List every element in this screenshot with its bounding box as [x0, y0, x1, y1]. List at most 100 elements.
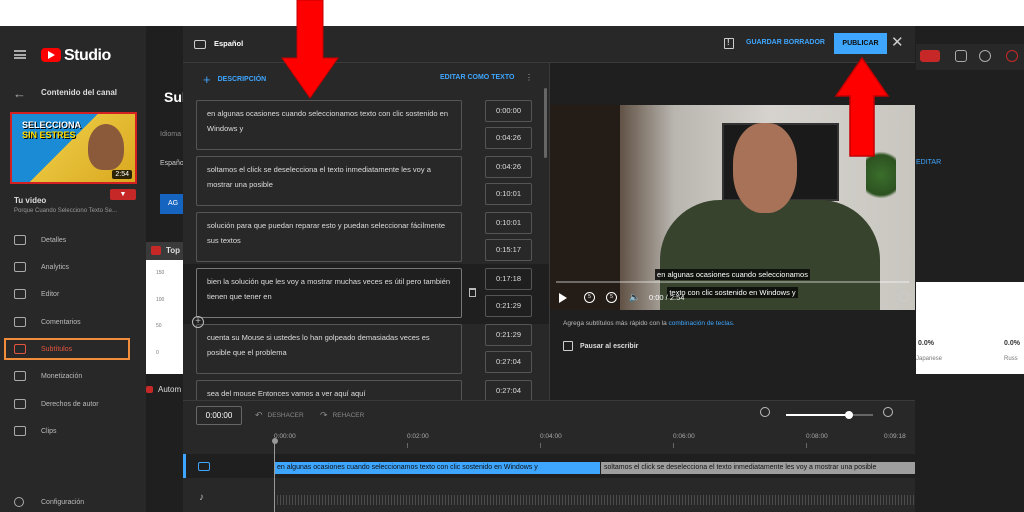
- sidebar-item-analytics[interactable]: Analytics: [14, 260, 69, 274]
- forward-icon[interactable]: 5: [606, 292, 617, 303]
- back-arrow-icon[interactable]: ←: [13, 86, 26, 101]
- sidebar-item-monetization[interactable]: Monetización: [14, 369, 82, 383]
- ruler-tickline: [806, 443, 807, 448]
- video-progress-bar[interactable]: [556, 281, 909, 283]
- redo-label: REHACER: [332, 412, 365, 419]
- sidebar-item-comments[interactable]: Comentarios: [14, 315, 81, 329]
- scissors-icon: [14, 426, 26, 436]
- publish-button[interactable]: PUBLICAR: [834, 33, 887, 54]
- gear-icon[interactable]: [899, 292, 909, 302]
- bg-add-button[interactable]: AG: [160, 194, 184, 214]
- sidebar-item-label: Monetización: [41, 372, 83, 380]
- rewind-icon[interactable]: 5: [584, 292, 595, 303]
- current-time-field[interactable]: 0:00:00: [196, 406, 242, 425]
- video-title: Porque Cuando Selecciono Texto Se...: [14, 208, 117, 214]
- sidebar-item-clips[interactable]: Clips: [14, 424, 57, 438]
- sidebar-item-copyright[interactable]: Derechos de autor: [14, 397, 99, 411]
- shortcut-tip: Agrega subtítulos más rápido con la comb…: [563, 320, 735, 327]
- undo-button[interactable]: ↶ DESHACER: [255, 410, 304, 421]
- sidebar-item-label: Comentarios: [41, 318, 81, 326]
- help-icon[interactable]: [979, 50, 991, 62]
- segment-end-time[interactable]: 0:21:29: [485, 295, 532, 317]
- video-thumbnail[interactable]: SELECCIONA SIN ESTRES 2:54: [10, 112, 137, 184]
- subtitles-icon: [198, 462, 210, 471]
- pencil-icon: [14, 235, 26, 245]
- segment-text[interactable]: solución para que puedan reparar esto y …: [196, 212, 462, 262]
- zoom-slider-knob[interactable]: [844, 411, 853, 419]
- save-draft-button[interactable]: GUARDAR BORRADOR: [746, 39, 825, 46]
- bg-ytick: 150: [156, 270, 165, 276]
- zoom-in-icon[interactable]: [883, 407, 893, 417]
- ruler-tick: 0:09:18: [884, 433, 906, 440]
- segment-start-time[interactable]: 0:21:29: [485, 324, 532, 346]
- bg-pct: 0.0%: [1004, 340, 1020, 347]
- edit-as-text-button[interactable]: EDITAR COMO TEXTO: [440, 74, 514, 81]
- top-margin: [0, 0, 1024, 26]
- sidebar-item-details[interactable]: Detalles: [14, 233, 66, 247]
- menu-icon[interactable]: [14, 50, 26, 59]
- bg-ytick: 0: [156, 350, 159, 356]
- play-icon[interactable]: [559, 293, 567, 303]
- playhead[interactable]: [271, 438, 278, 512]
- ruler-tickline: [407, 443, 408, 448]
- add-description-button[interactable]: + DESCRIPCIÓN: [203, 72, 266, 87]
- editor-icon: [14, 289, 26, 299]
- segment-start-time[interactable]: 0:00:00: [485, 100, 532, 122]
- ruler-tick: 0:08:00: [806, 433, 828, 440]
- volume-icon[interactable]: 🔈: [629, 292, 640, 302]
- comments-icon: [14, 317, 26, 327]
- sidebar-item-settings[interactable]: Configuración: [14, 497, 84, 507]
- pause-label: Pausar al escribir: [580, 342, 639, 350]
- bg-language-row: Español: [160, 160, 186, 167]
- timeline: 0:00:00 ↶ DESHACER ↷ REHACER 0:00:00 0:02:…: [183, 400, 915, 512]
- thumbnail-text: SELECCIONA SIN ESTRES: [22, 120, 81, 140]
- segment-text[interactable]: soltamos el click se deselecciona el tex…: [196, 156, 462, 206]
- studio-logo-text: Studio: [64, 47, 111, 64]
- segment-text[interactable]: cuenta su Mouse si ustedes lo han golpea…: [196, 324, 462, 374]
- caption-block-1[interactable]: en algunas ocasiones cuando seleccionamo…: [274, 462, 600, 474]
- pause-checkbox[interactable]: [563, 341, 573, 351]
- close-icon[interactable]: ✕: [891, 35, 904, 50]
- segment-start-time[interactable]: 0:04:26: [485, 156, 532, 178]
- bg-lang: Russ: [1004, 356, 1018, 362]
- subtitle-segment: solución para que puedan reparar esto y …: [183, 212, 549, 268]
- segment-text[interactable]: en algunas ocasiones cuando seleccionamo…: [196, 100, 462, 150]
- redo-icon: ↷: [320, 410, 328, 420]
- segment-end-time[interactable]: 0:27:04: [485, 351, 532, 373]
- bg-ytick: 100: [156, 297, 165, 303]
- timeline-ruler: 0:00:00 0:02:00 0:04:00 0:06:00 0:08:00 …: [274, 431, 915, 451]
- your-video-label: Tu video: [14, 196, 47, 205]
- segment-end-time[interactable]: 0:04:26: [485, 127, 532, 149]
- bg-chart-label: Top: [166, 246, 181, 255]
- cc-badge-icon[interactable]: ▼: [110, 189, 136, 200]
- zoom-slider[interactable]: [786, 411, 873, 419]
- create-icon[interactable]: [920, 50, 940, 62]
- feedback-icon[interactable]: [955, 50, 967, 62]
- settings-label: Configuración: [41, 498, 85, 506]
- bg-edit-link[interactable]: EDITAR: [916, 159, 941, 166]
- segment-start-time[interactable]: 0:27:04: [485, 380, 532, 402]
- zoom-out-icon[interactable]: [760, 407, 770, 417]
- channel-content-link[interactable]: Contenido del canal: [41, 88, 117, 97]
- sidebar-item-editor[interactable]: Editor: [14, 287, 59, 301]
- shortcuts-link[interactable]: combinación de teclas.: [669, 320, 735, 327]
- youtube-icon[interactable]: [1006, 50, 1018, 62]
- feedback-icon[interactable]: [724, 38, 734, 49]
- more-options-icon[interactable]: ⋮: [525, 73, 533, 82]
- dollar-icon: [14, 371, 26, 381]
- add-segment-icon[interactable]: +: [192, 316, 204, 328]
- pause-while-typing[interactable]: Pausar al escribir: [563, 341, 638, 351]
- youtube-logo-icon: [41, 48, 61, 62]
- segment-end-time[interactable]: 0:15:17: [485, 239, 532, 261]
- youtube-icon: [151, 246, 161, 255]
- youtube-icon: [146, 386, 153, 393]
- segment-text[interactable]: bien la solución que les voy a mostrar m…: [196, 268, 462, 318]
- segment-start-time[interactable]: 0:17:18: [485, 268, 532, 290]
- segment-end-time[interactable]: 0:10:01: [485, 183, 532, 205]
- trash-icon[interactable]: [469, 288, 476, 297]
- bg-language-header: Idioma: [160, 131, 182, 138]
- video-time: 0:00 / 2:54: [649, 293, 685, 302]
- segment-start-time[interactable]: 0:10:01: [485, 212, 532, 234]
- caption-block-2[interactable]: soltamos el click se deselecciona el tex…: [601, 462, 915, 474]
- redo-button[interactable]: ↷ REHACER: [320, 410, 364, 421]
